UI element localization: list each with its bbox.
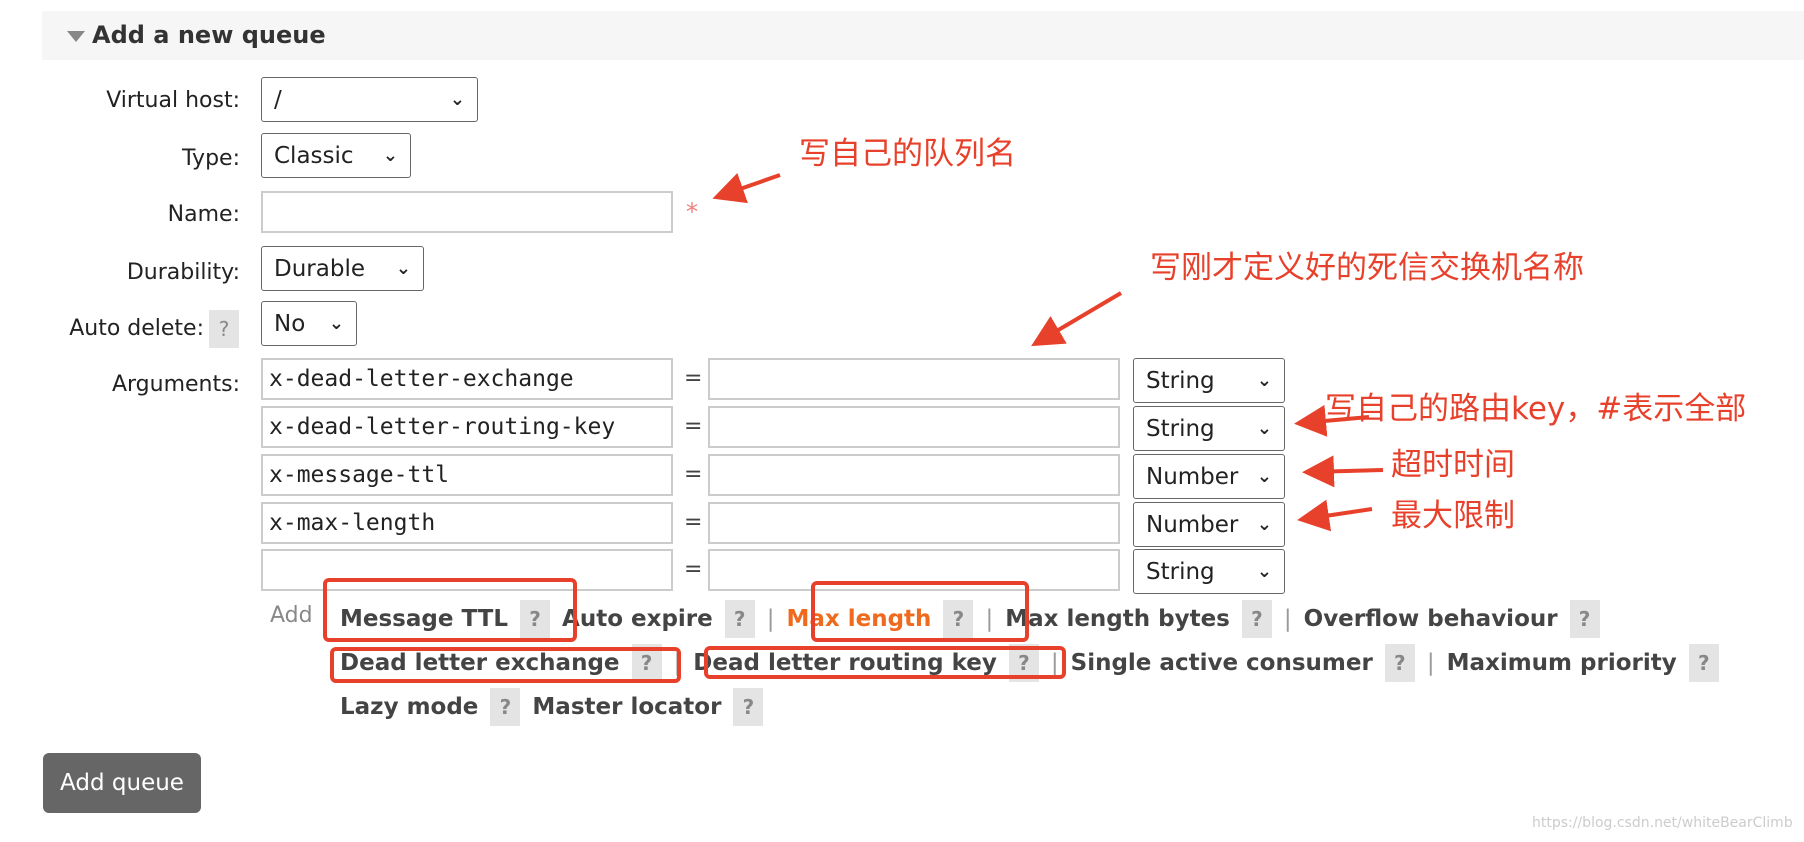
annotation-arrows (712, 172, 1384, 532)
arrow (1294, 404, 1370, 437)
add-queue-button[interactable]: Add queue (43, 753, 201, 813)
arrow (712, 172, 781, 204)
arrow (1297, 499, 1373, 532)
watermark: https://blog.csdn.net/whiteBearClimb (1532, 815, 1793, 831)
arrow (1302, 455, 1384, 488)
arrow (1031, 291, 1123, 347)
